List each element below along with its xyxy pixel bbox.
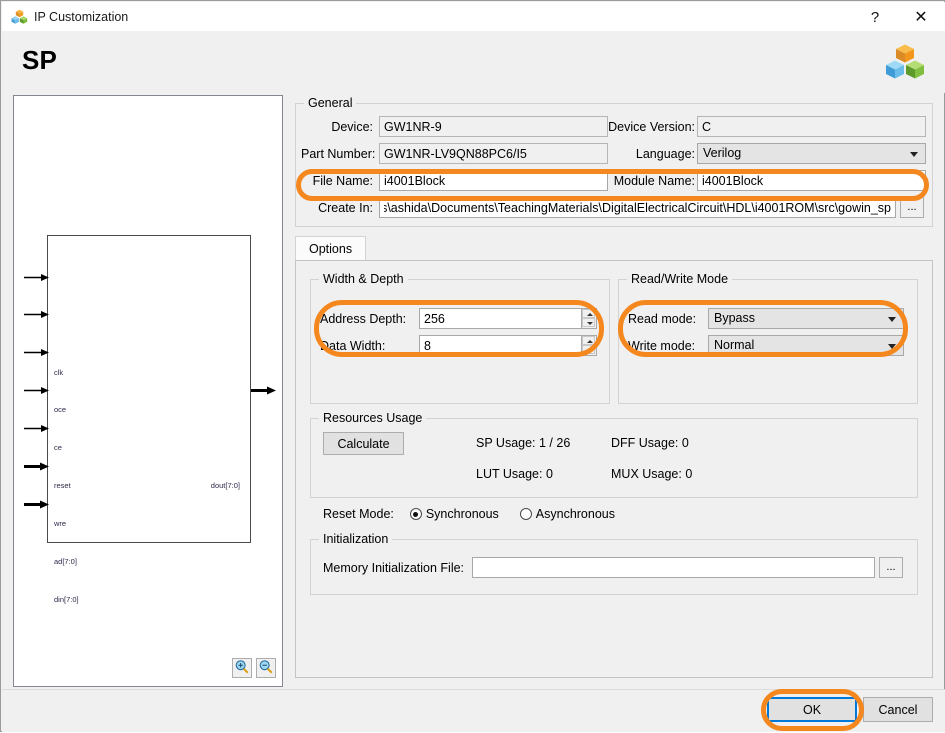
create-in-field[interactable] [379,197,896,218]
file-name-label: File Name: [312,174,373,188]
address-depth-label: Address Depth: [320,312,407,326]
device-label: Device: [331,120,373,134]
calculate-button[interactable]: Calculate [323,432,404,455]
part-number-field[interactable] [379,143,608,164]
create-in-label: Create In: [318,201,373,215]
language-value: Verilog [703,146,742,160]
port-arrow-ad [24,462,49,471]
module-name-label: Module Name: [613,174,695,188]
read-mode-value: Bypass [714,311,755,325]
port-arrow-dout [251,386,276,395]
language-label: Language: [635,147,695,161]
close-button[interactable]: ✕ [898,3,944,31]
chevron-down-icon [888,344,896,349]
part-number-label: Part Number: [301,147,376,161]
stepper-down-icon[interactable] [582,318,595,327]
zoom-out-icon[interactable] [256,658,276,678]
radio-asynchronous[interactable] [519,508,532,520]
port-label-din: din[7:0] [54,595,79,604]
data-width-label: Data Width: [320,339,386,353]
port-arrow-ce [24,349,49,356]
resources-usage-legend: Resources Usage [319,411,427,425]
port-arrow-oce [24,311,49,318]
reset-mode-label: Reset Mode: [323,507,394,521]
page-title: SP [22,45,58,75]
initialization-legend: Initialization [319,532,393,546]
file-name-field[interactable] [379,170,608,191]
symbol-preview-panel[interactable]: clk oce ce reset wre ad[7:0] din[7:0] do… [13,95,283,687]
sp-usage-text: SP Usage: 1 / 26 [476,436,571,450]
read-write-mode-legend: Read/Write Mode [627,272,733,286]
data-width-stepper[interactable] [582,335,597,356]
device-version-label: Device Version: [608,120,695,134]
options-panel: Width & Depth Address Depth: Data Width:… [295,260,933,678]
stepper-up-icon[interactable] [582,309,595,318]
language-dropdown[interactable]: Verilog [697,143,926,164]
port-label-oce: oce [54,405,67,414]
module-name-field[interactable] [697,170,926,191]
resources-usage-group: Resources Usage [310,411,918,498]
ok-button[interactable]: OK [767,697,857,722]
chevron-down-icon [910,152,918,157]
port-arrow-wre [24,425,49,432]
settings-pane: General Device: Device Version: Part Num… [295,95,933,687]
read-mode-label: Read mode: [628,312,697,326]
device-version-field[interactable] [697,116,926,137]
port-arrow-reset [24,387,49,394]
reset-mode-row: Reset Mode: Synchronous Asynchronous [323,507,615,521]
dff-usage-text: DFF Usage: 0 [611,436,689,450]
stepper-up-icon[interactable] [582,336,595,345]
stepper-down-icon[interactable] [582,345,595,354]
lut-usage-text: LUT Usage: 0 [476,467,553,481]
port-label-ad: ad[7:0] [54,557,77,566]
device-field[interactable] [379,116,608,137]
ip-cubes-icon [11,9,28,24]
write-mode-value: Normal [714,338,755,352]
create-in-browse-button[interactable]: ... [900,197,924,218]
memory-init-file-field[interactable] [472,557,875,578]
header-band: SP [2,31,945,93]
ip-cubes-icon [886,44,924,79]
radio-asynchronous-label[interactable]: Asynchronous [536,507,615,521]
port-label-ce: ce [54,443,62,452]
ip-customization-window: IP Customization ? ✕ SP clk oce ce reset… [0,0,945,732]
general-group-legend: General [304,96,357,110]
port-label-clk: clk [54,368,64,377]
radio-synchronous-label[interactable]: Synchronous [426,507,499,521]
write-mode-label: Write mode: [628,339,696,353]
port-label-wre: wre [54,519,67,528]
write-mode-dropdown[interactable]: Normal [708,335,904,356]
mux-usage-text: MUX Usage: 0 [611,467,693,481]
port-label-reset: reset [54,481,71,490]
port-arrow-din [24,500,49,509]
chevron-down-icon [888,317,896,322]
module-symbol [47,235,251,543]
magnifier-plus-icon [235,660,249,674]
memory-init-browse-button[interactable]: ... [879,557,903,578]
memory-init-file-label: Memory Initialization File: [323,561,465,575]
help-button[interactable]: ? [852,3,898,31]
width-depth-legend: Width & Depth [319,272,408,286]
address-depth-stepper[interactable] [582,308,597,329]
tab-options[interactable]: Options [295,236,367,261]
title-bar: IP Customization ? ✕ [2,2,945,31]
window-title: IP Customization [34,10,129,24]
zoom-in-icon[interactable] [232,658,252,678]
radio-synchronous[interactable] [409,508,422,520]
port-label-dout: dout[7:0] [210,481,240,490]
address-depth-field[interactable] [419,308,582,329]
magnifier-minus-icon [259,660,273,674]
data-width-field[interactable] [419,335,582,356]
cancel-button[interactable]: Cancel [863,697,933,722]
port-arrow-clk [24,274,49,281]
tab-strip: Options [295,236,933,261]
read-mode-dropdown[interactable]: Bypass [708,308,904,329]
